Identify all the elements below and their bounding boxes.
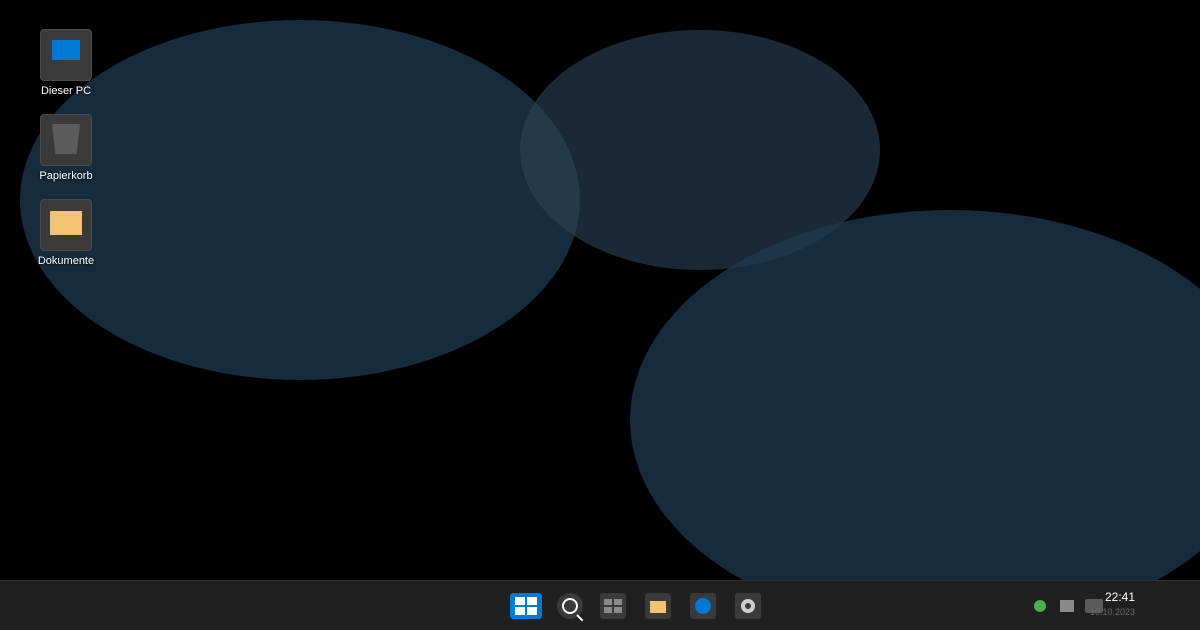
desktop[interactable]: Dieser PC Papierkorb Dokumente: [0, 0, 1200, 580]
file-explorer-button[interactable]: [645, 593, 671, 619]
settings-button[interactable]: [735, 593, 761, 619]
desktop-icon-label: Dieser PC: [40, 85, 92, 97]
recycle-bin-icon: [40, 114, 92, 166]
task-view-button[interactable]: [600, 593, 626, 619]
start-icon: [515, 597, 537, 615]
desktop-icon-this-pc[interactable]: Dieser PC: [26, 29, 106, 98]
browser-icon: [695, 598, 711, 614]
task-view-icon: [604, 599, 622, 613]
settings-icon: [741, 599, 755, 613]
desktop-icon-recycle-bin[interactable]: Papierkorb: [26, 114, 106, 183]
desktop-icon-documents[interactable]: Dokumente: [26, 199, 106, 268]
clock-time: 22:41: [1104, 590, 1135, 604]
clock[interactable]: 22:41 10.10.2023: [1090, 590, 1135, 618]
browser-button[interactable]: [690, 593, 716, 619]
taskbar: 22:41 10.10.2023: [0, 580, 1200, 630]
clock-date: 10.10.2023: [1089, 607, 1135, 617]
desktop-icon-label: Papierkorb: [39, 170, 93, 182]
folder-icon: [40, 199, 92, 251]
file-explorer-icon: [650, 601, 666, 613]
tray-square-icon[interactable]: [1060, 600, 1074, 612]
search-button[interactable]: [557, 593, 584, 622]
status-dot-icon[interactable]: [1034, 600, 1046, 612]
desktop-icon-label: Dokumente: [37, 255, 95, 267]
wallpaper: [20, 20, 1200, 580]
start-button[interactable]: [510, 593, 542, 619]
computer-icon: [40, 29, 92, 81]
